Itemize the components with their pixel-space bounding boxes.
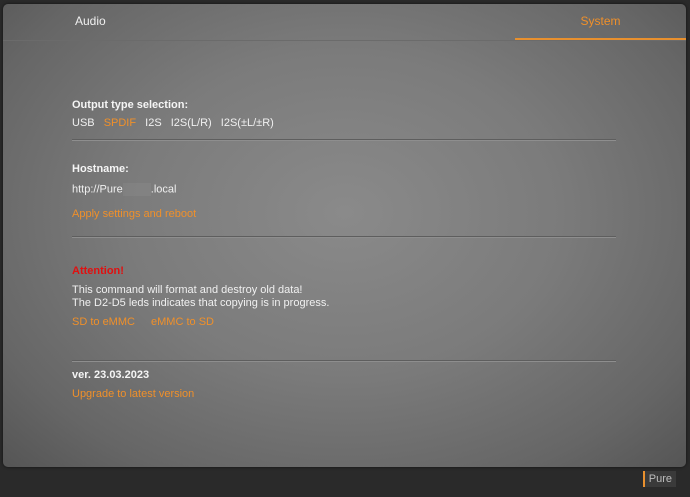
tab-system[interactable]: System: [515, 4, 686, 40]
emmc-to-sd-link[interactable]: eMMC to SD: [151, 316, 214, 328]
attention-label: Attention!: [72, 265, 124, 277]
hostname-value[interactable]: Pure: [100, 183, 123, 195]
output-type-options: USB SPDIF I2S I2S(L/R) I2S(±L/±R): [72, 117, 616, 129]
hostname-input[interactable]: [122, 183, 151, 196]
hostname-row: http://Pure .local: [72, 183, 616, 196]
output-option-usb[interactable]: USB: [72, 117, 95, 129]
apply-reboot-link[interactable]: Apply settings and reboot: [72, 208, 196, 220]
version-label: ver. 23.03.2023: [72, 369, 150, 381]
hostname-suffix: .local: [150, 183, 177, 196]
upgrade-link[interactable]: Upgrade to latest version: [72, 388, 194, 400]
output-type-section: Output type selection: USB SPDIF I2S I2S…: [72, 40, 616, 141]
output-option-i2s-lr[interactable]: I2S(L/R): [171, 117, 212, 129]
output-option-i2s[interactable]: I2S: [145, 117, 162, 129]
version-section: ver. 23.03.2023 Upgrade to latest versio…: [72, 362, 616, 400]
warning-line-1: This command will format and destroy old…: [72, 284, 303, 296]
output-option-i2s-pm[interactable]: I2S(±L/±R): [221, 117, 274, 129]
hostname-heading: Hostname:: [72, 163, 129, 175]
sd-to-emmc-link[interactable]: SD to eMMC: [72, 316, 135, 328]
output-option-spdif[interactable]: SPDIF: [104, 117, 136, 129]
system-settings-panel: Output type selection: USB SPDIF I2S I2S…: [72, 40, 616, 400]
warning-line-2: The D2-D5 leds indicates that copying is…: [72, 297, 330, 309]
tab-bar: Audio System: [3, 4, 686, 41]
settings-window: Audio System Output type selection: USB …: [3, 4, 686, 467]
device-name-badge[interactable]: Pure: [642, 471, 676, 487]
hostname-prefix: http://: [72, 183, 100, 196]
tab-audio[interactable]: Audio: [75, 4, 106, 38]
hostname-section: Hostname: http://Pure .local Apply settin…: [72, 141, 616, 238]
output-type-heading: Output type selection:: [72, 99, 189, 111]
copy-section: Attention! This command will format and …: [72, 238, 616, 362]
